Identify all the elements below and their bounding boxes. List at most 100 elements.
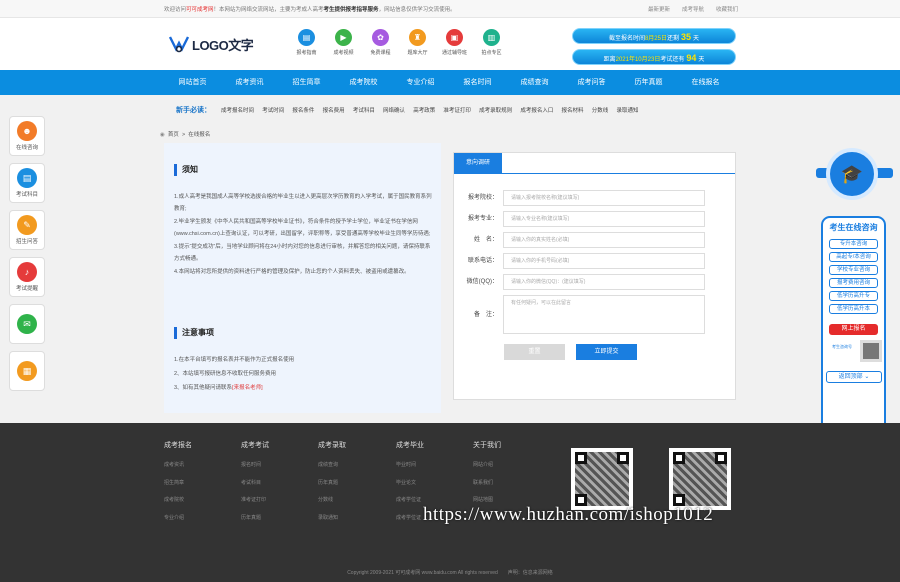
footer-link[interactable]: 报名时间 (241, 461, 311, 468)
footer-link[interactable]: 录取通知 (318, 514, 388, 521)
nav-item-reg-time[interactable]: 报名时间 (449, 70, 506, 95)
quick-link-label: 题库大厅 (407, 50, 428, 56)
consult-link[interactable]: 低学历高升本 (829, 304, 878, 314)
footer-link[interactable]: 招生简章 (164, 479, 234, 486)
latest-updates-link[interactable]: 最新更新 (648, 7, 670, 13)
quick-link-guide[interactable]: ▤ 报考指南 (288, 29, 325, 56)
footer-col-register: 成考报名 成考资讯 招生简章 成考院校 专业介绍 (164, 440, 234, 531)
notice-body: 1.成人高考是我国成人高等学校选拔合格的毕业生以进入更高层次学历教育的入学考试，… (174, 192, 434, 279)
consult-link[interactable]: 低学历高升专 (829, 291, 878, 301)
nav-item-past-papers[interactable]: 历年真题 (620, 70, 677, 95)
footer-link[interactable]: 成考资讯 (164, 461, 234, 468)
beginner-link[interactable]: 网络确认 (383, 106, 405, 114)
quick-link-library[interactable]: ♜ 题库大厅 (399, 29, 436, 56)
side-label: 考试提醒 (15, 286, 38, 292)
welcome-highlight: 考生提供报考指导服务 (323, 7, 379, 13)
beginner-link[interactable]: 报名费用 (323, 106, 345, 114)
notice-paragraph: 4.本网站将对您所提供的资料进行严格的管理及保护，防止您的个人资料丢失、被盗用或… (174, 269, 410, 275)
beginner-link[interactable]: 考试科目 (353, 106, 375, 114)
reset-button[interactable]: 重置 (504, 344, 565, 360)
nav-item-home[interactable]: 网站首页 (164, 70, 221, 95)
remark-textarea[interactable]: 有任何疑问，可以在此留言 (503, 295, 705, 334)
beginner-link[interactable]: 报名条件 (292, 106, 314, 114)
footer-link[interactable]: 成考院校 (164, 496, 234, 503)
nav-item-schools[interactable]: 成考院校 (335, 70, 392, 95)
footer-link[interactable]: 准考证打印 (241, 496, 311, 503)
nav-item-news[interactable]: 成考资讯 (221, 70, 278, 95)
countdown-mid: 考试还有 (660, 57, 685, 63)
nav-item-online-apply[interactable]: 在线报名 (677, 70, 734, 95)
welcome-text: 欢迎访问可可成考网！本网站为网络交流网站，主要为考成人高考考生提供报考指导服务，… (164, 5, 456, 13)
footer-col-admission: 成考录取 成绩查询 历年真题 分数线 录取通知 (318, 440, 388, 531)
gift-icon: ✿ (372, 29, 389, 46)
subject-icon: ▤ (17, 168, 37, 188)
quick-link-course[interactable]: ✿ 免费课程 (362, 29, 399, 56)
copyright-text: Copyright 2009-2021 可可成考网 www.baidu.com … (347, 570, 553, 576)
beginner-link[interactable]: 成考报名入口 (520, 106, 553, 114)
contact-teacher-link[interactable]: [来报名老师] (232, 385, 263, 391)
online-apply-button[interactable]: 网上报名 (829, 324, 878, 335)
footer-link[interactable]: 考试科目 (241, 479, 311, 486)
beginner-link[interactable]: 高考政策 (413, 106, 435, 114)
consult-box: 考生在线咨询 专升本咨询 高起专/本咨询 学校专业咨询 报考费用咨询 低学历高升… (821, 216, 886, 434)
footer-link[interactable]: 成考学位证 (396, 496, 466, 503)
calendar-button[interactable]: ▦ (9, 351, 45, 391)
footer-link[interactable]: 分数线 (318, 496, 388, 503)
beginner-link[interactable]: 报名材料 (562, 106, 584, 114)
countdown-prefix: 截至报名时间 (608, 36, 645, 42)
quick-link-class[interactable]: ▣ 通过辅导班 (436, 29, 473, 56)
quick-links: ▤ 报考指南 ▶ 成考视频 ✿ 免费课程 ♜ 题库大厅 ▣ 通过辅导班 ▥ 拍点专区 (288, 29, 510, 56)
school-input[interactable]: 请输入报考院校名称(建议填写) (503, 190, 705, 206)
nav-item-majors[interactable]: 专业介绍 (392, 70, 449, 95)
class-icon: ▣ (446, 29, 463, 46)
welcome-suffix: ，网站信息仅供学习交流使用。 (378, 7, 456, 13)
footer-link[interactable]: 专业介绍 (164, 514, 234, 521)
footer-link[interactable]: 毕业时间 (396, 461, 466, 468)
breadcrumb-home[interactable]: 首页 (168, 132, 179, 138)
exam-nav-link[interactable]: 成考导航 (682, 7, 704, 13)
quick-link-video[interactable]: ▶ 成考视频 (325, 29, 362, 56)
nav-item-qa[interactable]: 成考问答 (563, 70, 620, 95)
beginner-link[interactable]: 准考证打印 (443, 106, 471, 114)
exam-subjects-button[interactable]: ▤ 考试科目 (9, 163, 45, 203)
submit-button[interactable]: 立即提交 (576, 344, 637, 360)
phone-input[interactable]: 请输入你的手机号码(必填) (503, 253, 705, 269)
beginner-link[interactable]: 成考报名时间 (221, 106, 254, 114)
consult-link[interactable]: 报考费用咨询 (829, 278, 878, 288)
name-input[interactable]: 请输入你的真实姓名(必填) (503, 232, 705, 248)
nav-item-brochure[interactable]: 招生简章 (278, 70, 335, 95)
consult-link[interactable]: 高起专/本咨询 (829, 252, 878, 262)
footer-link[interactable]: 历年真题 (318, 479, 388, 486)
library-icon: ♜ (409, 29, 426, 46)
graduation-cap-icon: 🎓 (826, 148, 878, 200)
beginner-link[interactable]: 录取通知 (616, 106, 638, 114)
beginner-link[interactable]: 分数线 (592, 106, 609, 114)
bookmark-link[interactable]: 收藏我们 (716, 7, 738, 13)
enroll-qa-button[interactable]: ✎ 招生问答 (9, 210, 45, 250)
footer-link[interactable]: 毕业论文 (396, 479, 466, 486)
beginner-link[interactable]: 成考录取规则 (479, 106, 512, 114)
beginner-link[interactable]: 考试时间 (262, 106, 284, 114)
footer-link[interactable]: 联系我们 (473, 479, 543, 486)
wechat-button[interactable]: ✉ (9, 304, 45, 344)
footer-link[interactable]: 网站地图 (473, 496, 543, 503)
consult-link[interactable]: 学校专业咨询 (829, 265, 878, 275)
tab-intent-survey[interactable]: 意向调研 (454, 153, 502, 174)
footer-link[interactable]: 网站介绍 (473, 461, 543, 468)
quick-link-zone[interactable]: ▥ 拍点专区 (473, 29, 510, 56)
consult-link[interactable]: 专升本咨询 (829, 239, 878, 249)
wechat-input[interactable]: 请输入你的微信(QQ)：(建议填写) (503, 274, 705, 290)
major-input[interactable]: 请输入专业名称(建议填写) (503, 211, 705, 227)
notice-paragraph: 2.毕业学生颁发《中华人民共和国高等学校毕业证书》，符合条件的授予学士学位，毕业… (174, 219, 431, 237)
nav-item-scores[interactable]: 成绩查询 (506, 70, 563, 95)
school-label: 报考院校： (467, 195, 498, 201)
footer-link[interactable]: 成绩查询 (318, 461, 388, 468)
countdown-suffix: 天 (698, 57, 705, 63)
footer-link[interactable]: 历年真题 (241, 514, 311, 521)
exam-reminder-button[interactable]: ♪ 考试提醒 (9, 257, 45, 297)
site-logo[interactable]: LOGO文字 (168, 34, 254, 54)
site-brand-link[interactable]: 可可成考网 (186, 7, 214, 13)
attention-item: 3、如有其他疑问请联系[来报名老师] (174, 381, 434, 395)
online-consult-button[interactable]: ☻ 在线咨询 (9, 116, 45, 156)
back-to-top-button[interactable]: 返回顶部 ⌄ (826, 371, 882, 383)
